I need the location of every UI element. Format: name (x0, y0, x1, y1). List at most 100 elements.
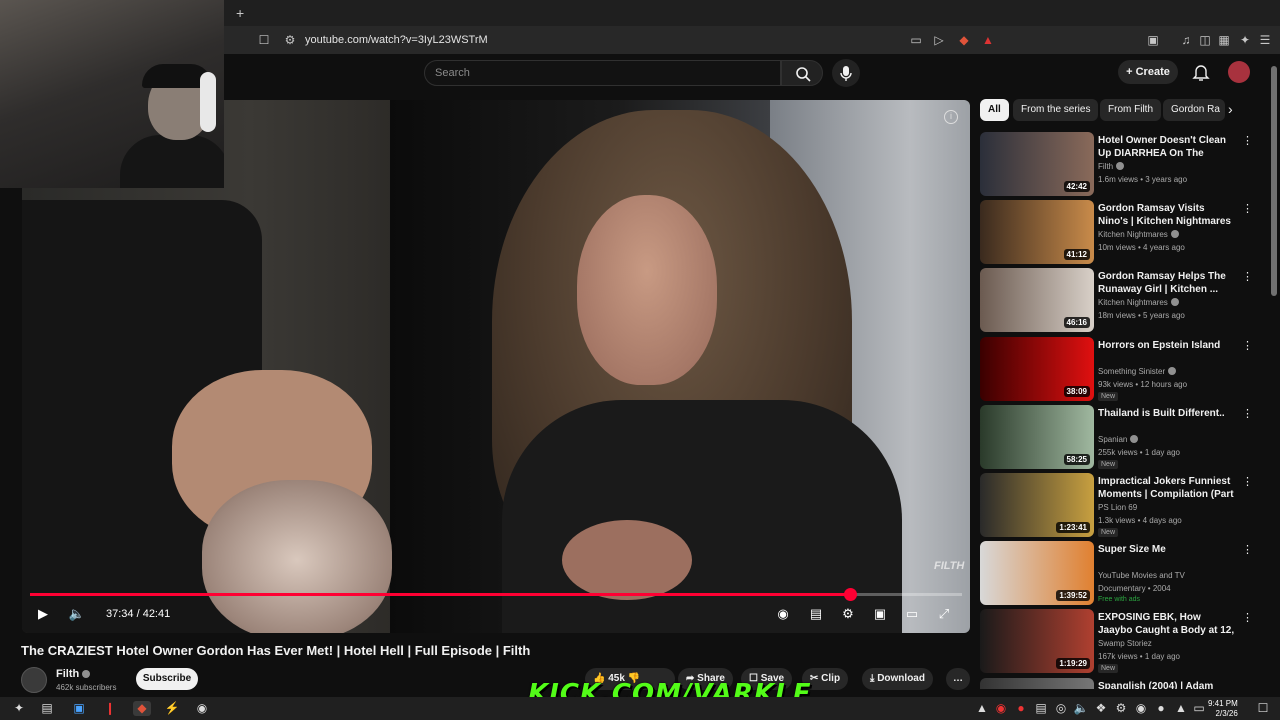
recommendation-item[interactable]: 38:09 Horrors on Epstein Island Something … (980, 337, 1260, 401)
subtitles-icon[interactable]: ▤ (805, 605, 827, 623)
search-button[interactable] (781, 60, 823, 86)
tray-icon-c[interactable]: ⚙ (1112, 701, 1130, 716)
bookmark-icon[interactable]: ☐ (256, 32, 272, 48)
file-explorer-icon[interactable]: ▣ (70, 701, 88, 716)
site-info-icon[interactable]: ⚙ (282, 32, 298, 48)
play-icon[interactable]: ▶ (32, 605, 54, 623)
recommendation-channel[interactable]: Filth (1098, 162, 1125, 171)
subscribe-button[interactable]: Subscribe (136, 668, 198, 690)
info-icon[interactable]: i (944, 110, 958, 124)
new-tab-button[interactable]: + (236, 5, 244, 21)
tray-app-icon[interactable]: ▲ (973, 701, 991, 716)
tray-icon-d[interactable]: ◉ (1132, 701, 1150, 716)
recommendation-channel[interactable]: Spanian (1098, 435, 1139, 444)
download-button[interactable]: ⤓ Download (862, 668, 933, 690)
more-vertical-icon[interactable]: ⋮ (1242, 134, 1253, 147)
recommendation-channel[interactable]: Something Sinister (1098, 367, 1177, 376)
obs-icon[interactable]: ◉ (193, 701, 211, 716)
chevron-right-icon[interactable]: › (1228, 101, 1233, 117)
autoplay-toggle-icon[interactable]: ◉ (772, 605, 794, 623)
bluetooth-icon[interactable]: ❖ (1092, 701, 1110, 716)
wifi-icon[interactable]: ▲ (1172, 701, 1190, 716)
recommendation-item[interactable]: Spanglish (2004) | Adam (980, 678, 1260, 689)
menu-icon[interactable]: ☰ (1257, 32, 1273, 48)
miniplayer-icon[interactable]: ▣ (869, 605, 891, 623)
chip-gordon[interactable]: Gordon Ra (1163, 99, 1225, 121)
channel-name[interactable]: Filth (56, 668, 91, 680)
recommendation-thumbnail[interactable]: 58:25 (980, 405, 1094, 469)
tray-live-icon[interactable]: ● (1012, 701, 1030, 716)
brave-shield-icon[interactable]: ◆ (956, 32, 972, 48)
start-icon[interactable]: ✦ (10, 701, 28, 716)
recommendation-channel[interactable]: PS Lion 69 (1098, 503, 1137, 512)
wallet-icon[interactable]: ▦ (1216, 32, 1232, 48)
ai-icon[interactable]: ✦ (1237, 32, 1253, 48)
notifications-bell-icon[interactable] (1192, 63, 1210, 81)
task-view-icon[interactable]: ▤ (38, 701, 56, 716)
rewards-icon[interactable]: ▲ (980, 32, 996, 48)
search-input[interactable]: Search (424, 60, 781, 86)
more-vertical-icon[interactable]: ⋮ (1242, 475, 1253, 488)
settings-gear-icon[interactable]: ⚙ (837, 605, 859, 623)
app-red-icon[interactable]: ❙ (101, 701, 119, 716)
recommendation-channel[interactable]: YouTube Movies and TV (1098, 571, 1185, 580)
recommendation-item[interactable]: 1:19:29 EXPOSING EBK, How Jaaybo Caught a… (980, 609, 1260, 673)
cast-icon[interactable]: ▭ (908, 32, 924, 48)
cast-to-tv-icon[interactable]: ▭ (901, 605, 923, 623)
progress-bar[interactable] (30, 588, 962, 601)
voice-search-button[interactable] (832, 59, 860, 87)
more-vertical-icon[interactable]: ⋮ (1242, 339, 1253, 352)
recommendation-title[interactable]: Gordon Ramsay Helps The Runaway Girl | K… (1098, 270, 1236, 296)
tray-record-icon[interactable]: ◉ (992, 701, 1010, 716)
create-button[interactable]: + Create (1118, 60, 1178, 84)
recommendation-title[interactable]: Gordon Ramsay Visits Nino's | Kitchen Ni… (1098, 202, 1236, 228)
chip-all[interactable]: All (980, 99, 1009, 121)
music-icon[interactable]: ♫ (1178, 32, 1194, 48)
recommendation-thumbnail[interactable] (980, 678, 1094, 689)
more-vertical-icon[interactable]: ⋮ (1242, 270, 1253, 283)
more-actions-button[interactable]: … (946, 668, 970, 690)
recommendation-channel[interactable]: Kitchen Nightmares (1098, 230, 1179, 239)
tray-icon-b[interactable]: ◎ (1052, 701, 1070, 716)
address-bar[interactable]: youtube.com/watch?v=3IyL23WSTrM (305, 34, 488, 46)
bolt-app-icon[interactable]: ⚡ (163, 701, 181, 716)
recommendation-thumbnail[interactable]: 46:16 (980, 268, 1094, 332)
chip-from-filth[interactable]: From Filth (1100, 99, 1161, 121)
fullscreen-icon[interactable]: ⤢ (933, 605, 955, 623)
recommendation-title[interactable]: EXPOSING EBK, How Jaaybo Caught a Body a… (1098, 611, 1236, 637)
battery-icon[interactable]: ▭ (1190, 701, 1208, 716)
recommendation-title[interactable]: Spanglish (2004) | Adam (1098, 680, 1236, 689)
system-clock[interactable]: 9:41 PM 2/3/26 (1208, 699, 1238, 719)
recommendation-item[interactable]: 1:23:41 Impractical Jokers Funniest Momen… (980, 473, 1260, 537)
notification-center-icon[interactable]: ☐ (1254, 701, 1272, 716)
recommendation-item[interactable]: 58:25 Thailand is Built Different.. Spania… (980, 405, 1260, 469)
play-media-icon[interactable]: ▷ (931, 32, 947, 48)
recommendation-title[interactable]: Super Size Me (1098, 543, 1236, 556)
channel-avatar[interactable] (21, 667, 47, 693)
recommendation-title[interactable]: Horrors on Epstein Island (1098, 339, 1236, 352)
recommendation-item[interactable]: 46:16 Gordon Ramsay Helps The Runaway Gir… (980, 268, 1260, 332)
volume-tray-icon[interactable]: 🔈 (1072, 701, 1090, 716)
recommendation-thumbnail[interactable]: 42:42 (980, 132, 1094, 196)
tray-icon-a[interactable]: ▤ (1032, 701, 1050, 716)
brave-browser-icon[interactable]: ◆ (133, 701, 151, 716)
recommendation-thumbnail[interactable]: 41:12 (980, 200, 1094, 264)
extensions-icon[interactable]: ▣ (1145, 32, 1161, 48)
more-vertical-icon[interactable]: ⋮ (1242, 202, 1253, 215)
account-avatar[interactable] (1228, 61, 1250, 83)
recommendation-title[interactable]: Thailand is Built Different.. (1098, 407, 1236, 420)
volume-icon[interactable]: 🔈 (66, 605, 88, 623)
recommendation-item[interactable]: 41:12 Gordon Ramsay Visits Nino's | Kitch… (980, 200, 1260, 264)
recommendation-item[interactable]: 1:39:52 Super Size Me YouTube Movies and T… (980, 541, 1260, 605)
recommendation-title[interactable]: Impractical Jokers Funniest Moments | Co… (1098, 475, 1236, 501)
more-vertical-icon[interactable]: ⋮ (1242, 611, 1253, 624)
chip-from-series[interactable]: From the series (1013, 99, 1099, 121)
more-vertical-icon[interactable]: ⋮ (1242, 407, 1253, 420)
recommendation-channel[interactable]: Swamp Storiez (1098, 639, 1152, 648)
recommendation-thumbnail[interactable]: 1:23:41 (980, 473, 1094, 537)
recommendation-thumbnail[interactable]: 38:09 (980, 337, 1094, 401)
recommendation-channel[interactable]: Kitchen Nightmares (1098, 298, 1179, 307)
sidebar-icon[interactable]: ◫ (1197, 32, 1213, 48)
recommendation-thumbnail[interactable]: 1:19:29 (980, 609, 1094, 673)
page-scrollbar[interactable] (1271, 66, 1277, 296)
